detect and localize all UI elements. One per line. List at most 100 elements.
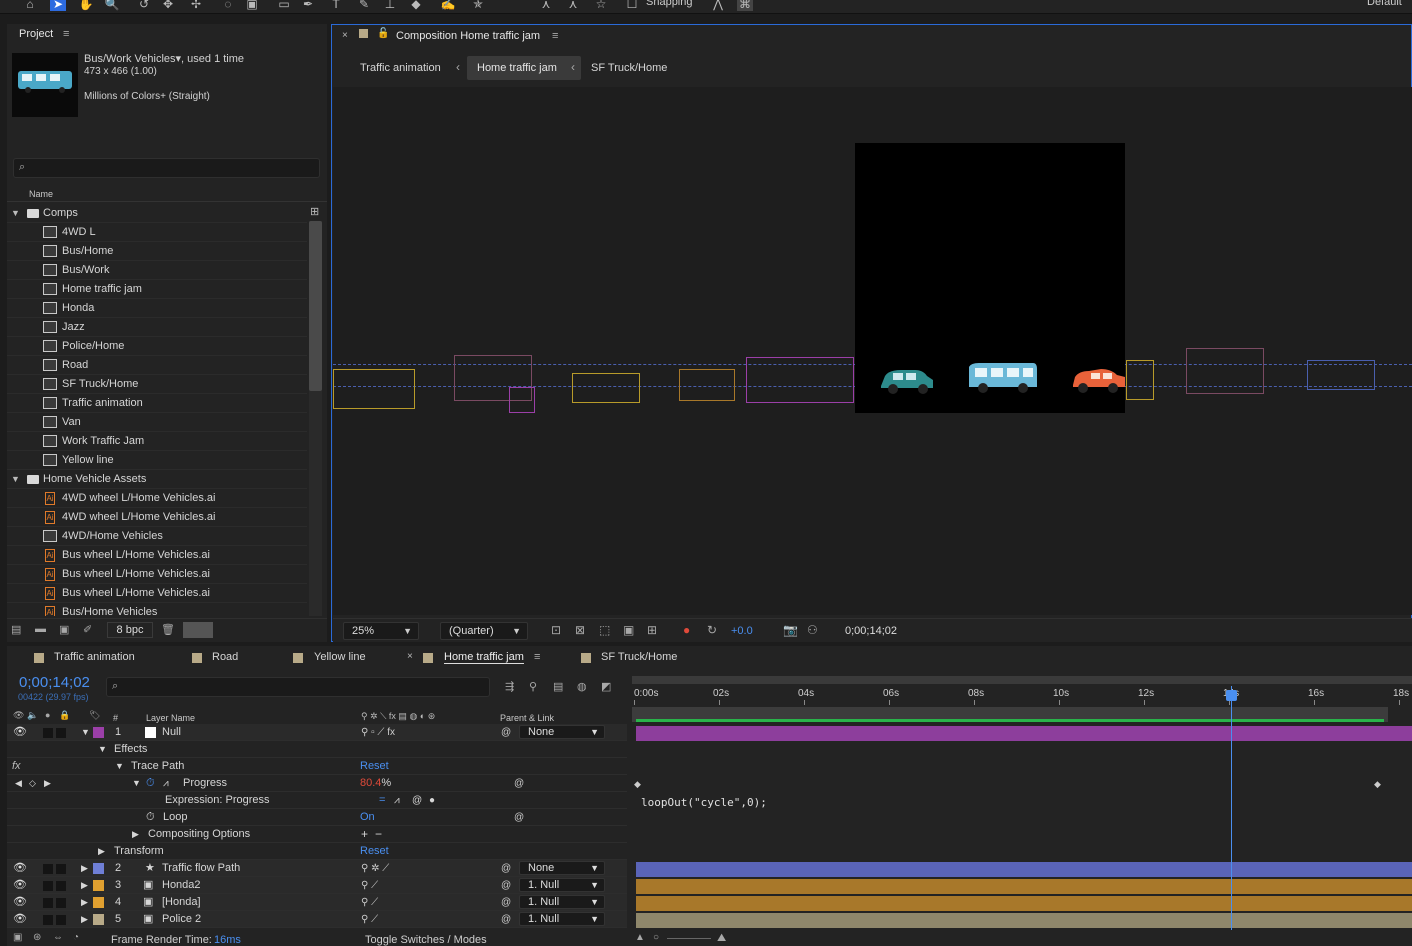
solo-switch[interactable] <box>43 898 53 908</box>
zoom-slider-icon[interactable]: ○ <box>653 932 659 943</box>
mask-visibility-icon[interactable]: ▣ <box>623 623 634 637</box>
expression-enable-icon[interactable]: = <box>379 792 385 809</box>
new-composition-icon[interactable]: ▣ <box>59 623 69 636</box>
selected-item-name[interactable]: Bus/Work Vehicles <box>84 53 176 65</box>
breadcrumb-sf-truck-home[interactable]: SF Truck/Home <box>591 62 667 74</box>
show-snapshot-icon[interactable]: ⚇ <box>807 623 818 637</box>
shape-tool-icon[interactable]: ▣ <box>244 0 260 11</box>
layer-name[interactable]: [Honda] <box>162 894 201 911</box>
tab-road[interactable]: Road <box>212 651 238 663</box>
tab-sf-truck-home[interactable]: SF Truck/Home <box>601 651 677 663</box>
remove-icon[interactable]: − <box>375 826 382 843</box>
layer-name[interactable]: Null <box>162 724 181 741</box>
project-item-row[interactable]: Road <box>7 356 307 375</box>
layer-label-color[interactable] <box>93 863 104 874</box>
layer-label-color[interactable] <box>93 880 104 891</box>
layer-bar-null[interactable] <box>636 726 1412 741</box>
project-scrollbar-thumb[interactable] <box>309 221 322 391</box>
tab-yellow-line[interactable]: Yellow line <box>314 651 366 663</box>
camera-tool-icon[interactable]: ✥ <box>160 0 176 11</box>
breadcrumb-home-traffic-jam[interactable]: Home traffic jam <box>477 62 557 74</box>
expression-graph-icon[interactable]: ⩘ <box>394 792 400 809</box>
puppet-tool-icon[interactable]: ✯ <box>470 0 486 11</box>
expression-text[interactable]: loopOut("cycle",0); <box>641 796 767 809</box>
chevron-right-icon[interactable]: ▶ <box>132 826 139 843</box>
chevron-down-icon[interactable]: ▼ <box>11 204 21 223</box>
bit-depth-button[interactable]: 8 bpc <box>107 622 153 638</box>
transparency-grid-icon[interactable]: ⊠ <box>575 623 585 637</box>
layer-switches[interactable]: ⚲ ▫ ⟋ fx <box>361 724 395 741</box>
panel-menu-icon[interactable]: ≡ <box>552 30 558 42</box>
project-item-row[interactable]: 4WD/Home Vehicles <box>7 527 307 546</box>
parent-dropdown[interactable]: 1. Null ▼ <box>519 912 605 926</box>
brush-tool-icon[interactable]: ✎ <box>356 0 372 11</box>
parent-dropdown[interactable]: 1. Null ▼ <box>519 895 605 909</box>
layer-bar-traffic-flow-path[interactable] <box>636 862 1412 877</box>
eye-icon[interactable]: 👁 <box>13 911 27 928</box>
project-settings-icon[interactable]: ✐ <box>83 623 92 636</box>
project-folder-row[interactable]: ▼ Comps <box>7 204 307 223</box>
project-item-row[interactable]: Ai Bus wheel L/Home Vehicles.ai <box>7 546 307 565</box>
layer-row-honda2[interactable]: 👁 ▶ 3 ▣ Honda2 ⚲ ⟋ @ 1. Null ▼ <box>7 877 627 894</box>
keyframe-end-icon[interactable]: ◆ <box>1374 779 1381 790</box>
interpret-footage-icon[interactable]: ▤ <box>11 623 21 636</box>
project-item-row[interactable]: SF Truck/Home <box>7 375 307 394</box>
solo-switch[interactable] <box>43 864 53 874</box>
axis-view-icon[interactable]: ☆ <box>593 0 609 11</box>
layer-row-traffic-flow-path[interactable]: 👁 ▶ 2 ★ Traffic flow Path ⚲ ✲ ⟋ @ None ▼ <box>7 860 627 877</box>
graph-editor-icon[interactable]: ◔ <box>73 932 79 943</box>
pan-behind-tool-icon[interactable]: ✢ <box>188 0 204 11</box>
progress-value[interactable]: 80.4 <box>360 777 381 789</box>
grid-guides-icon[interactable]: ⊞ <box>647 623 657 637</box>
panel-menu-icon[interactable]: ≡ <box>534 651 540 663</box>
snapping-checkbox-icon[interactable]: ☐ <box>624 0 640 11</box>
lock-switch[interactable] <box>56 898 67 908</box>
zoom-tool-icon[interactable]: 🔍 <box>104 0 120 11</box>
add-mask-icon[interactable]: + <box>361 826 368 843</box>
layer-label-color[interactable] <box>93 897 104 908</box>
chevron-down-icon[interactable]: ▼ <box>132 775 141 792</box>
axis-local-icon[interactable]: ⋏ <box>538 0 554 11</box>
project-item-row[interactable]: Ai Bus wheel L/Home Vehicles.ai <box>7 565 307 584</box>
layer-name[interactable]: Honda2 <box>162 877 201 894</box>
hand-tool-icon[interactable]: ✋ <box>78 0 94 11</box>
layer-name[interactable]: Traffic flow Path <box>162 860 240 877</box>
project-item-row[interactable]: Yellow line <box>7 451 307 470</box>
stopwatch-icon[interactable]: ⏱ <box>146 809 155 826</box>
layer-row-honda[interactable]: 👁 ▶ 4 ▣ [Honda] ⚲ ⟋ @ 1. Null ▼ <box>7 894 627 911</box>
pick-whip-icon[interactable]: @ <box>501 860 511 877</box>
pick-whip-icon[interactable]: @ <box>501 877 511 894</box>
layer-label-color[interactable] <box>93 914 104 925</box>
keyframe-start-icon[interactable]: ◆ <box>634 779 641 790</box>
eye-icon[interactable]: 👁 <box>13 894 27 911</box>
new-folder-icon[interactable]: ▬ <box>35 623 46 635</box>
project-item-row[interactable]: Jazz <box>7 318 307 337</box>
fast-preview-icon[interactable]: ⊡ <box>551 623 561 637</box>
frame-blending-icon[interactable]: ◍ <box>577 680 587 693</box>
shy-layers-icon[interactable]: ▤ <box>553 680 563 693</box>
solo-switch[interactable] <box>43 915 53 925</box>
pick-whip-icon[interactable]: @ <box>501 894 511 911</box>
project-search-input[interactable]: ⌕ <box>13 158 320 178</box>
project-item-row[interactable]: Bus/Work <box>7 261 307 280</box>
project-item-row[interactable]: Ai 4WD wheel L/Home Vehicles.ai <box>7 508 307 527</box>
comp-mini-flowchart-icon[interactable]: ⇶ <box>505 680 514 693</box>
chevron-right-icon[interactable]: ▶ <box>98 843 105 860</box>
close-icon[interactable]: × <box>342 30 348 41</box>
pen-tool-icon[interactable]: ✒ <box>300 0 316 11</box>
effects-group-row[interactable]: ▼ Effects <box>7 741 627 758</box>
layer-switches[interactable]: ⚲ ⟋ <box>361 894 378 911</box>
timeline-timecode[interactable]: 0;00;14;02 <box>19 674 90 691</box>
trash-icon[interactable]: 🗑 <box>161 623 175 636</box>
prev-keyframe-icon[interactable]: ◀ <box>15 775 22 792</box>
chevron-right-icon[interactable]: ▶ <box>81 877 88 894</box>
expression-row[interactable]: Expression: Progress = ⩘ @ ● <box>7 792 627 809</box>
project-item-row[interactable]: Home traffic jam <box>7 280 307 299</box>
breadcrumb-traffic-animation[interactable]: Traffic animation <box>360 62 441 74</box>
expression-pickwhip-icon[interactable]: @ <box>412 792 422 809</box>
trace-path-reset[interactable]: Reset <box>360 758 389 775</box>
layer-bar-honda2[interactable] <box>636 879 1412 894</box>
parent-dropdown[interactable]: None ▼ <box>519 725 605 739</box>
expand-icon[interactable]: ⇔ <box>53 932 63 943</box>
pick-whip-icon[interactable]: @ <box>501 724 511 741</box>
